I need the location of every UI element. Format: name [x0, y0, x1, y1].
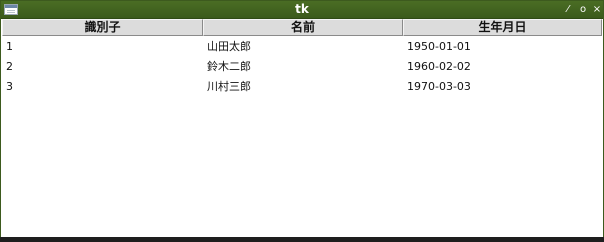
column-header-name[interactable]: 名前 [203, 19, 403, 36]
minimize-button[interactable]: ⁄ [562, 1, 574, 18]
cell-birthdate: 1970-03-03 [407, 80, 471, 93]
cell-name: 鈴木二郎 [207, 60, 251, 73]
window-title: tk [295, 2, 309, 16]
table-row[interactable]: 3 川村三郎 1970-03-03 [2, 77, 602, 97]
table-row[interactable]: 2 鈴木二郎 1960-02-02 [2, 57, 602, 77]
cell-birthdate: 1950-01-01 [407, 40, 471, 53]
app-window: tk ⁄ o × 識別子 名前 生年月日 1 山田太郎 1950-01-01 2… [0, 0, 604, 242]
cell-name: 川村三郎 [207, 80, 251, 93]
treeview-table[interactable]: 識別子 名前 生年月日 1 山田太郎 1950-01-01 2 鈴木二郎 196… [2, 19, 602, 237]
table-header: 識別子 名前 生年月日 [2, 19, 602, 36]
cell-id: 3 [6, 80, 13, 93]
desktop-edge [0, 237, 604, 242]
cell-birthdate: 1960-02-02 [407, 60, 471, 73]
maximize-button[interactable]: o [577, 1, 589, 18]
title-bar[interactable]: tk ⁄ o × [1, 1, 603, 19]
cell-id: 1 [6, 40, 13, 53]
cell-id: 2 [6, 60, 13, 73]
column-header-id[interactable]: 識別子 [2, 19, 203, 36]
column-header-birthdate[interactable]: 生年月日 [403, 19, 602, 36]
table-row[interactable]: 1 山田太郎 1950-01-01 [2, 37, 602, 57]
cell-name: 山田太郎 [207, 40, 251, 53]
close-button[interactable]: × [591, 1, 603, 18]
table-body: 1 山田太郎 1950-01-01 2 鈴木二郎 1960-02-02 3 川村… [2, 37, 602, 97]
